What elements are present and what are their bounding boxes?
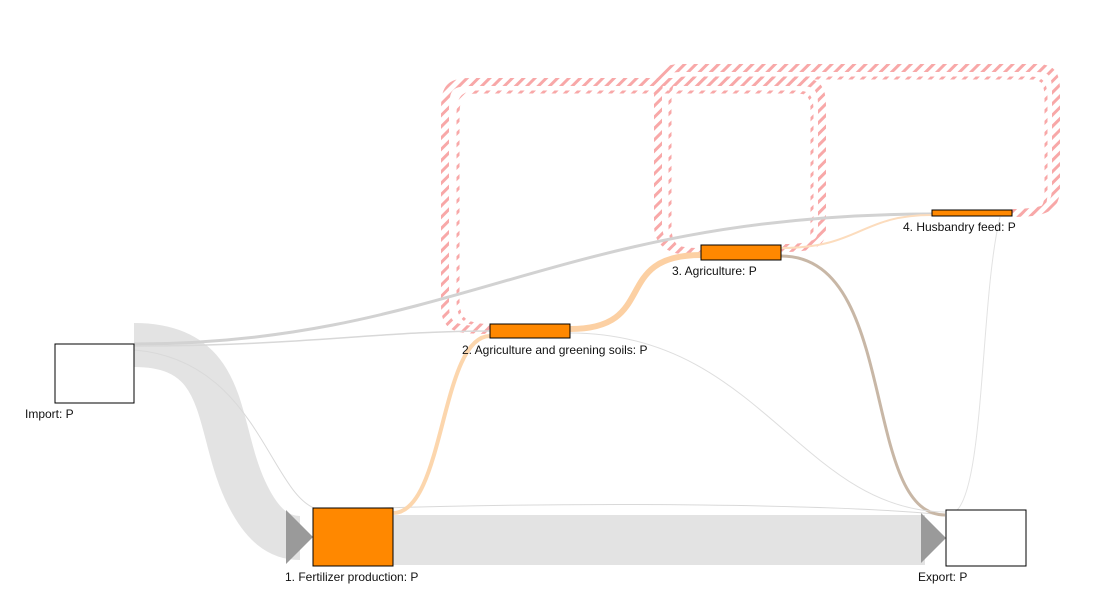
label-import: Import: P xyxy=(25,407,74,421)
node-import[interactable] xyxy=(54,343,135,404)
arrow-into-export xyxy=(921,513,946,563)
flow-fertilizer-to-agri-soils[interactable] xyxy=(392,334,491,515)
flow-agriculture-to-export[interactable] xyxy=(780,254,946,517)
node-husbandry[interactable] xyxy=(931,209,1013,217)
label-agri-soils: 2. Agriculture and greening soils: P xyxy=(462,343,647,357)
flow-agri-soils-to-export[interactable] xyxy=(569,332,946,513)
label-husbandry: 4. Husbandry feed: P xyxy=(903,220,1016,234)
flow-import-to-fertilizer[interactable] xyxy=(133,323,302,560)
label-fertilizer: 1. Fertilizer production: P xyxy=(285,570,418,584)
flows xyxy=(133,212,1001,565)
node-agriculture[interactable] xyxy=(700,244,782,261)
node-fertilizer[interactable] xyxy=(312,507,394,567)
label-agriculture: 3. Agriculture: P xyxy=(672,264,757,278)
label-export: Export: P xyxy=(918,570,967,584)
flow-husbandry-to-export[interactable] xyxy=(954,216,1001,513)
node-agri-soils[interactable] xyxy=(489,323,571,339)
sankey-diagram: Import: P 1. Fertilizer production: P 2.… xyxy=(25,64,1060,584)
feedback-loops xyxy=(441,64,1060,334)
node-export[interactable] xyxy=(945,509,1027,567)
